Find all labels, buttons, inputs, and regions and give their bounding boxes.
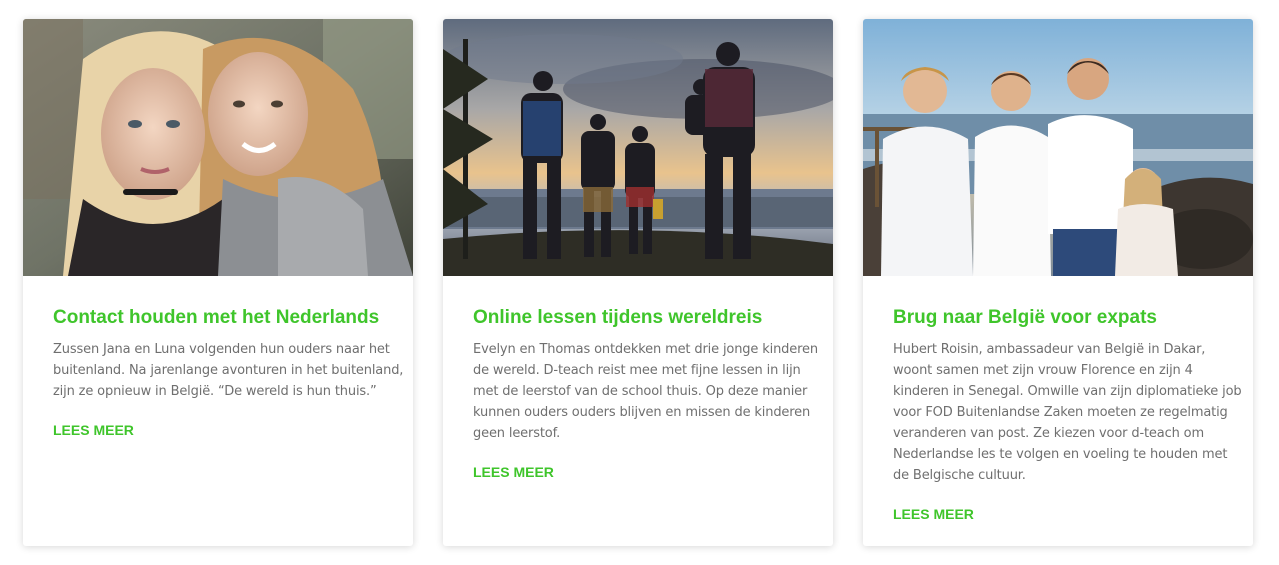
- read-more-link[interactable]: LEES MEER: [893, 505, 974, 523]
- story-excerpt-line: Zussen Jana en Luna volgenden hun ouders…: [53, 342, 390, 357]
- story-excerpt-line: Nederlandse les te volgen en voeling te …: [893, 447, 1228, 462]
- story-excerpt-line: kunnen ouders ouders blijven en missen d…: [473, 405, 811, 420]
- story-excerpt-line: zijn ze opnieuw in België. “De wereld is…: [53, 384, 377, 399]
- story-excerpt: Zussen Jana en Luna volgenden hun ouders…: [53, 339, 404, 402]
- story-cards: Contact houden met het Nederlands Zussen…: [0, 0, 1279, 565]
- story-excerpt-line: buitenland. Na jarenlange avonturen in h…: [53, 363, 404, 378]
- story-title[interactable]: Contact houden met het Nederlands: [53, 306, 383, 330]
- story-photo-children[interactable]: [863, 19, 1253, 276]
- read-more-link[interactable]: LEES MEER: [53, 421, 134, 439]
- story-card: Brug naar België voor expats Hubert Rois…: [863, 19, 1253, 546]
- story-excerpt-line: de Belgische cultuur.: [893, 468, 1026, 483]
- story-photo-sisters[interactable]: [23, 19, 413, 276]
- story-excerpt-line: geen leerstof.: [473, 426, 561, 441]
- story-card: Online lessen tijdens wereldreis Evelyn …: [443, 19, 833, 546]
- story-photo-family[interactable]: [443, 19, 833, 276]
- read-more-link[interactable]: LEES MEER: [473, 463, 554, 481]
- story-excerpt-line: de wereld. D-teach reist mee met fijne l…: [473, 363, 801, 378]
- story-excerpt-line: voor FOD Buitenlandse Zaken moeten ze re…: [893, 405, 1228, 420]
- story-excerpt: Evelyn en Thomas ontdekken met drie jong…: [473, 339, 818, 444]
- story-excerpt-line: Hubert Roisin, ambassadeur van België in…: [893, 342, 1206, 357]
- story-excerpt: Hubert Roisin, ambassadeur van België in…: [893, 339, 1242, 486]
- story-title[interactable]: Online lessen tijdens wereldreis: [473, 306, 803, 330]
- story-excerpt-line: kinderen in Senegal. Omwille van zijn di…: [893, 384, 1242, 399]
- story-excerpt-line: met de leerstof van de school thuis. Op …: [473, 384, 808, 399]
- story-excerpt-line: Evelyn en Thomas ontdekken met drie jong…: [473, 342, 818, 357]
- story-excerpt-line: veranderen van post. Ze kiezen voor d-te…: [893, 426, 1204, 441]
- story-excerpt-line: woont samen met zijn vrouw Florence en z…: [893, 363, 1193, 378]
- story-card: Contact houden met het Nederlands Zussen…: [23, 19, 413, 546]
- story-title[interactable]: Brug naar België voor expats: [893, 306, 1223, 330]
